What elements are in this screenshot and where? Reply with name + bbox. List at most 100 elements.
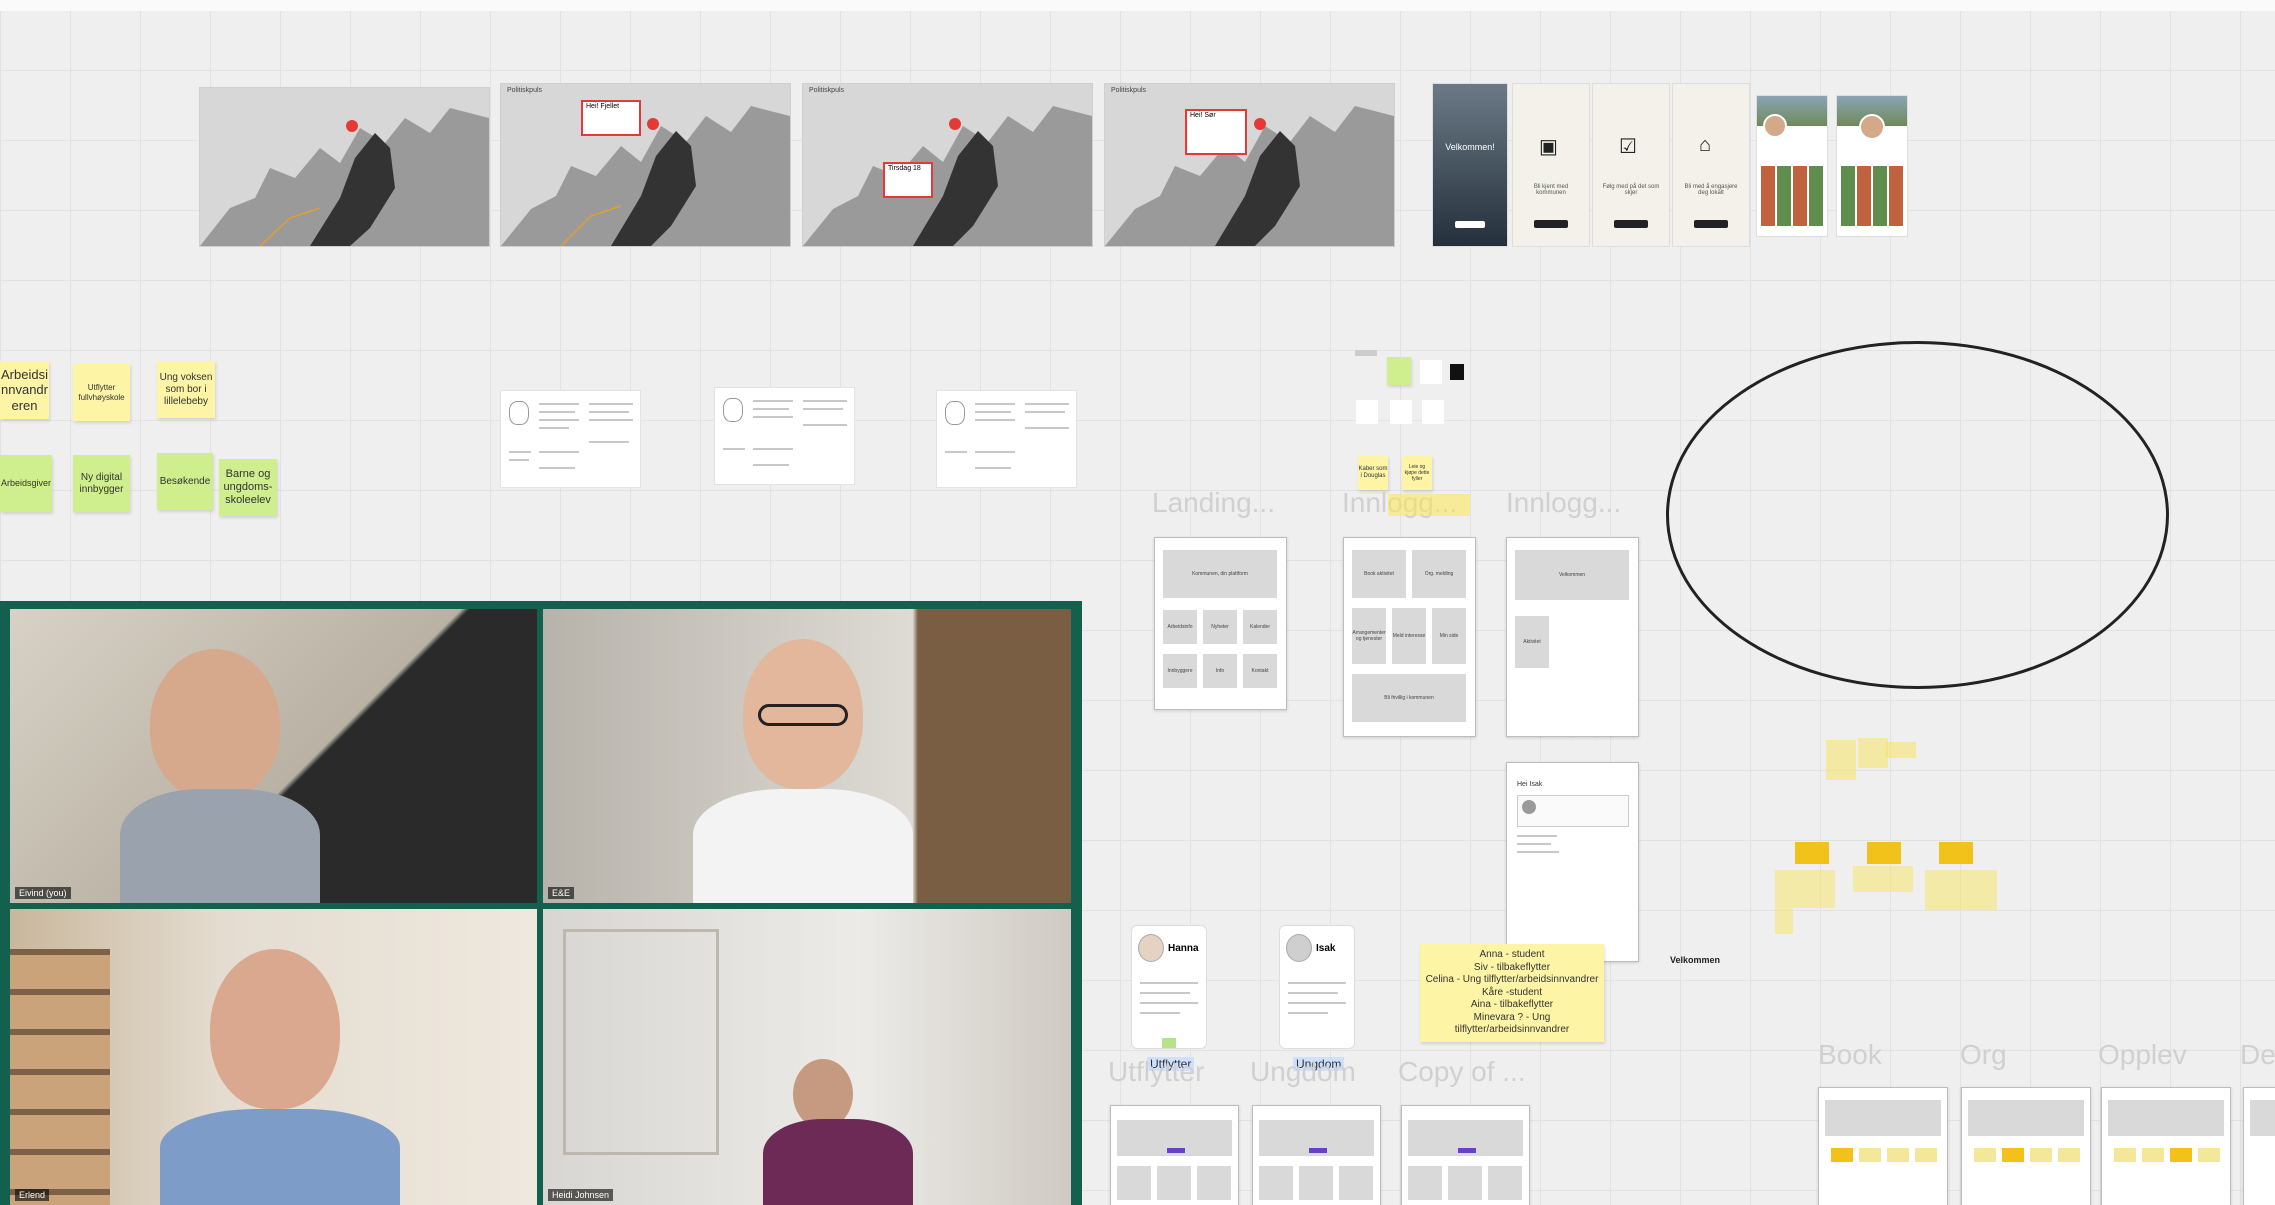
wire-cell bbox=[1117, 1166, 1151, 1200]
welcome-button[interactable] bbox=[1455, 221, 1485, 228]
video-tile[interactable]: E&E bbox=[543, 609, 1071, 903]
frame-title-org[interactable]: Org bbox=[1960, 1039, 2007, 1071]
ballot-box-icon: ▣ bbox=[1539, 136, 1558, 158]
frame-title-innlogg-2[interactable]: Innlogg... bbox=[1506, 487, 1621, 519]
tag bbox=[2114, 1148, 2136, 1162]
frame-title-landing[interactable]: Landing... bbox=[1152, 487, 1275, 519]
next-button[interactable] bbox=[1694, 220, 1728, 228]
map-frame-1[interactable] bbox=[199, 87, 490, 247]
persona-card-isak[interactable]: Isak bbox=[1279, 925, 1355, 1049]
participant-body bbox=[160, 1109, 400, 1205]
map-frame-3[interactable]: Politiskpuls Tirsdag 18 bbox=[802, 83, 1093, 247]
wireframe-copy[interactable] bbox=[1401, 1105, 1530, 1205]
sticky-note[interactable]: Barne og ungdoms-skoleelev bbox=[219, 459, 277, 516]
small-sticky[interactable] bbox=[1387, 357, 1411, 385]
map-illustration bbox=[1105, 106, 1394, 246]
map-popup[interactable]: Hei! Fjellet bbox=[581, 100, 641, 136]
frame-title-copy[interactable]: Copy of ... bbox=[1398, 1056, 1526, 1088]
wireframe-brukers[interactable]: Hei Isak bbox=[1506, 762, 1639, 962]
portrait-sketch bbox=[509, 401, 529, 425]
yellow-sticky-cluster[interactable] bbox=[1826, 738, 1916, 782]
frame-title-de[interactable]: De bbox=[2240, 1039, 2275, 1071]
photo-grid bbox=[1761, 166, 1823, 226]
participant-body bbox=[120, 789, 320, 903]
next-button[interactable] bbox=[1534, 220, 1568, 228]
video-call-panel[interactable]: Eivind (you) E&E Erlend Heidi Johnsen bbox=[0, 601, 1082, 1205]
sticky-note[interactable]: Arbeidsgiver bbox=[0, 455, 52, 512]
small-note[interactable] bbox=[1390, 400, 1412, 424]
onboarding-screen-2[interactable]: ☑ Følg med på det som skjer bbox=[1592, 83, 1670, 247]
wire-title: Hei Isak bbox=[1517, 781, 1543, 788]
wire-cell: Min side bbox=[1432, 608, 1466, 664]
small-sticky[interactable]: Kaber som i Douglas bbox=[1358, 456, 1388, 490]
wireframe-innlogg-1[interactable]: Book aktivitet Org. melding Arrangemente… bbox=[1343, 537, 1476, 737]
sticky-note[interactable]: Besøkende bbox=[157, 453, 213, 510]
yellow-sticky-group[interactable] bbox=[1775, 842, 1997, 938]
wire-cell: Meld interesse bbox=[1392, 608, 1426, 664]
next-button[interactable] bbox=[1614, 220, 1648, 228]
profile-screen-2[interactable] bbox=[1836, 95, 1908, 237]
top-bar bbox=[0, 0, 2275, 11]
frame-title-opplev[interactable]: Opplev bbox=[2098, 1039, 2187, 1071]
wireframe-org[interactable] bbox=[1961, 1087, 2091, 1205]
wireframe-opplev[interactable] bbox=[2101, 1087, 2231, 1205]
onboarding-text: Bli kjent med kommunen bbox=[1533, 184, 1569, 196]
frame-title-ungdom[interactable]: Ungdom bbox=[1250, 1056, 1356, 1088]
avatar bbox=[1763, 114, 1787, 138]
welcome-title: Velkommen! bbox=[1445, 142, 1495, 152]
persona-card-hanna[interactable]: Hanna bbox=[1131, 925, 1207, 1049]
tag bbox=[1887, 1148, 1909, 1162]
wireframe-innlogg-2[interactable]: Velkommen Aktivitet bbox=[1506, 537, 1639, 737]
black-square[interactable] bbox=[1450, 364, 1464, 380]
participant-body bbox=[763, 1119, 913, 1205]
wire-cell bbox=[1339, 1166, 1373, 1200]
video-tile[interactable]: Erlend bbox=[10, 909, 537, 1205]
sticky-note[interactable]: Ny digital innbygger bbox=[73, 455, 130, 512]
onboarding-screen-1[interactable]: ▣ Bli kjent med kommunen bbox=[1512, 83, 1590, 247]
map-illustration bbox=[803, 106, 1092, 246]
map-popup[interactable]: Tirsdag 18 bbox=[883, 162, 933, 198]
green-tag bbox=[1162, 1038, 1176, 1048]
map-illustration bbox=[200, 108, 489, 246]
participant-name: Erlend bbox=[15, 1189, 50, 1201]
map-popup[interactable]: Hei! Sør bbox=[1185, 109, 1247, 155]
small-note[interactable] bbox=[1356, 400, 1378, 424]
persona-document-3[interactable] bbox=[936, 390, 1077, 488]
wire-cell bbox=[1408, 1166, 1442, 1200]
sticky-note[interactable]: Arbeidsi nnvandr eren bbox=[0, 361, 49, 419]
persona-document-1[interactable] bbox=[500, 390, 641, 488]
small-sticky[interactable]: Leie og kjøpe dette fyller bbox=[1402, 456, 1432, 490]
welcome-screen[interactable]: Velkommen! bbox=[1432, 83, 1508, 247]
sticky-note[interactable]: Utflytter fullvhøyskole bbox=[73, 364, 130, 421]
frame-title-book[interactable]: Book bbox=[1818, 1039, 1882, 1071]
tag bbox=[1915, 1148, 1937, 1162]
wire-cell bbox=[1488, 1166, 1522, 1200]
map-frame-4[interactable]: Politiskpuls Hei! Sør bbox=[1104, 83, 1395, 247]
wire-cell: Nyheter bbox=[1203, 610, 1237, 644]
velkommen-label[interactable]: Velkommen bbox=[1670, 955, 1720, 965]
wireframe-de[interactable] bbox=[2243, 1087, 2275, 1205]
participant-face bbox=[210, 949, 340, 1109]
onboarding-text: Bli med å engasjere deg lokalt bbox=[1684, 184, 1738, 196]
wireframe-utflytter[interactable] bbox=[1110, 1105, 1239, 1205]
video-tile[interactable]: Heidi Johnsen bbox=[543, 909, 1071, 1205]
small-note[interactable] bbox=[1355, 350, 1377, 356]
wireframe-ungdom[interactable] bbox=[1252, 1105, 1381, 1205]
frame-title-utflytter[interactable]: Utflytter bbox=[1108, 1056, 1204, 1088]
highlight-marker bbox=[1388, 494, 1470, 516]
whiteboard-canvas[interactable]: Politiskpuls Hei! Fjellet Politiskpuls T… bbox=[0, 0, 2275, 1205]
home-icon: ⌂ bbox=[1699, 134, 1712, 156]
persona-list-sticky[interactable]: Anna - student Siv - tilbakeflytter Celi… bbox=[1420, 944, 1604, 1042]
ellipse-shape[interactable] bbox=[1666, 341, 2169, 689]
small-note[interactable] bbox=[1420, 360, 1442, 384]
onboarding-screen-3[interactable]: ⌂ Bli med å engasjere deg lokalt bbox=[1672, 83, 1750, 247]
small-note[interactable] bbox=[1422, 400, 1444, 424]
video-tile[interactable]: Eivind (you) bbox=[10, 609, 537, 903]
wireframe-landing[interactable]: Kommunen, din plattform Arbeidsinfo Nyhe… bbox=[1154, 537, 1287, 710]
persona-document-2[interactable] bbox=[714, 387, 855, 485]
wireframe-book[interactable] bbox=[1818, 1087, 1948, 1205]
map-frame-2[interactable]: Politiskpuls Hei! Fjellet bbox=[500, 83, 791, 247]
profile-screen-1[interactable] bbox=[1756, 95, 1828, 237]
wire-cell: Kalender bbox=[1243, 610, 1277, 644]
sticky-note[interactable]: Ung voksen som bor i lillelebeby bbox=[157, 361, 215, 418]
